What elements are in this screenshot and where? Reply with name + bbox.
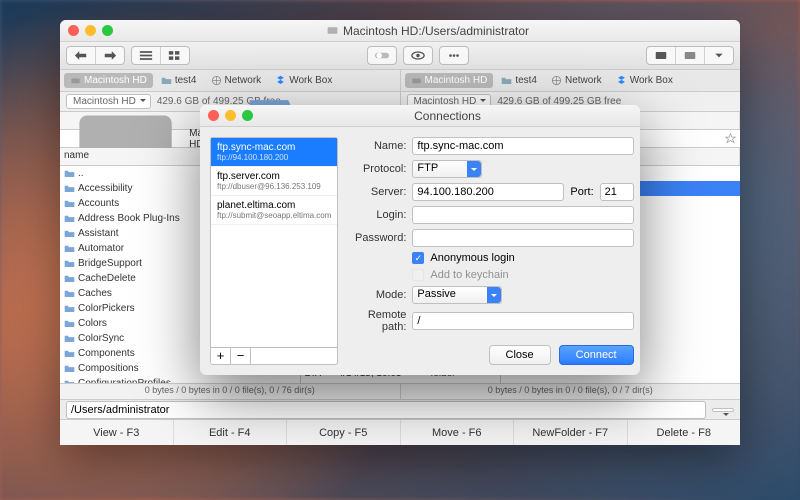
- folder-icon: [64, 363, 75, 374]
- view-grid-button[interactable]: [161, 47, 189, 64]
- password-field[interactable]: [412, 229, 633, 247]
- port-field[interactable]: [600, 183, 634, 201]
- toggle-button[interactable]: [368, 47, 396, 64]
- minimize-window-icon[interactable]: [85, 25, 96, 36]
- remote-path-field[interactable]: [412, 312, 633, 330]
- protocol-select[interactable]: FTP: [412, 160, 482, 178]
- fkey-view[interactable]: View - F3: [60, 420, 174, 445]
- hd-icon: [411, 75, 422, 86]
- keychain-checkbox: [412, 269, 424, 281]
- folder-icon: [64, 303, 75, 314]
- folder-icon: [64, 198, 75, 209]
- tab-macintosh-hd[interactable]: Macintosh HD: [405, 73, 494, 88]
- dropbox-icon: [616, 75, 627, 86]
- connection-item[interactable]: ftp.sync-mac.comftp://94.100.180.200: [211, 138, 337, 167]
- close-window-icon[interactable]: [68, 25, 79, 36]
- fkey-newfolder[interactable]: NewFolder - F7: [514, 420, 628, 445]
- folder-icon: [64, 168, 75, 179]
- left-status: 0 bytes / 0 bytes in 0 / 0 file(s), 0 / …: [60, 384, 401, 399]
- mode-label: Mode:: [348, 289, 406, 301]
- keychain-label: Add to keychain: [430, 269, 508, 281]
- dialog-zoom-icon[interactable]: [242, 110, 253, 121]
- toolbar: [60, 42, 740, 70]
- folder-icon: [64, 228, 75, 239]
- remove-connection-button[interactable]: −: [231, 348, 251, 364]
- folder-icon: [64, 213, 75, 224]
- globe-icon: [211, 75, 222, 86]
- action-button[interactable]: [440, 47, 468, 64]
- fkey-delete[interactable]: Delete - F8: [628, 420, 741, 445]
- dialog-minimize-icon[interactable]: [225, 110, 236, 121]
- folder-icon: [64, 288, 75, 299]
- fkeys-bar: View - F3Edit - F4Copy - F5Move - F6NewF…: [60, 419, 740, 445]
- anonymous-label: Anonymous login: [430, 252, 514, 264]
- folder-icon: [64, 243, 75, 254]
- zoom-window-icon[interactable]: [102, 25, 113, 36]
- star-icon[interactable]: [725, 133, 736, 144]
- folder-icon: [64, 258, 75, 269]
- folder-icon: [64, 333, 75, 344]
- path-history-button[interactable]: [712, 408, 734, 412]
- password-label: Password:: [348, 232, 406, 244]
- left-disk-select[interactable]: Macintosh HD: [66, 94, 151, 109]
- port-label: Port:: [570, 186, 593, 198]
- login-label: Login:: [348, 209, 406, 221]
- view-buttons: [131, 46, 190, 65]
- connect-button[interactable]: [676, 47, 705, 64]
- list-item[interactable]: ConfigurationProfiles: [60, 376, 300, 383]
- server-label: Server:: [348, 186, 406, 198]
- path-row: [60, 399, 740, 419]
- fkey-edit[interactable]: Edit - F4: [174, 420, 288, 445]
- connections-dialog: Connections ftp.sync-mac.comftp://94.100…: [200, 105, 640, 375]
- view-list-button[interactable]: [132, 47, 161, 64]
- protocol-label: Protocol:: [348, 163, 406, 175]
- forward-button[interactable]: [96, 47, 124, 64]
- anonymous-checkbox[interactable]: [412, 252, 424, 264]
- connect-button[interactable]: Connect: [559, 345, 634, 365]
- tab-work-box[interactable]: Work Box: [610, 73, 679, 88]
- folder-icon: [64, 348, 75, 359]
- close-button[interactable]: Close: [489, 345, 551, 365]
- connection-item[interactable]: ftp.server.comftp://dbuser@96.136.253.10…: [211, 167, 337, 196]
- add-connection-button[interactable]: +: [211, 348, 231, 364]
- dialog-title: Connections: [263, 109, 632, 123]
- titlebar: Macintosh HD:/Users/administrator: [60, 20, 740, 42]
- globe-icon: [551, 75, 562, 86]
- right-status: 0 bytes / 0 bytes in 0 / 0 file(s), 0 / …: [401, 384, 741, 399]
- nav-buttons: [66, 46, 125, 65]
- fkey-move[interactable]: Move - F6: [401, 420, 515, 445]
- folder-icon: [64, 273, 75, 284]
- path-input[interactable]: [66, 401, 706, 419]
- folder-icon: [64, 183, 75, 194]
- back-button[interactable]: [67, 47, 96, 64]
- dialog-close-icon[interactable]: [208, 110, 219, 121]
- mode-select[interactable]: Passive: [412, 286, 502, 304]
- connection-form: Name: Protocol: FTP Server: Port: Login:…: [348, 137, 633, 365]
- quicklook-button[interactable]: [404, 47, 432, 64]
- connections-list: ftp.sync-mac.comftp://94.100.180.200ftp.…: [210, 137, 338, 365]
- dropdown-button[interactable]: [705, 47, 733, 64]
- login-field[interactable]: [412, 206, 633, 224]
- tab-test4[interactable]: test4: [495, 73, 543, 88]
- folder-icon: [501, 75, 512, 86]
- status-row: 0 bytes / 0 bytes in 0 / 0 file(s), 0 / …: [60, 383, 740, 399]
- connection-item[interactable]: planet.eltima.comftp://submit@seoapp.elt…: [211, 196, 337, 225]
- fkey-copy[interactable]: Copy - F5: [287, 420, 401, 445]
- folder-icon: [64, 318, 75, 329]
- archive-button[interactable]: [647, 47, 676, 64]
- name-label: Name:: [348, 140, 406, 152]
- name-field[interactable]: [412, 137, 633, 155]
- remote-label: Remote path:: [348, 309, 406, 333]
- server-field[interactable]: [412, 183, 564, 201]
- tab-network[interactable]: Network: [545, 73, 608, 88]
- window-title: Macintosh HD:/Users/administrator: [123, 24, 732, 38]
